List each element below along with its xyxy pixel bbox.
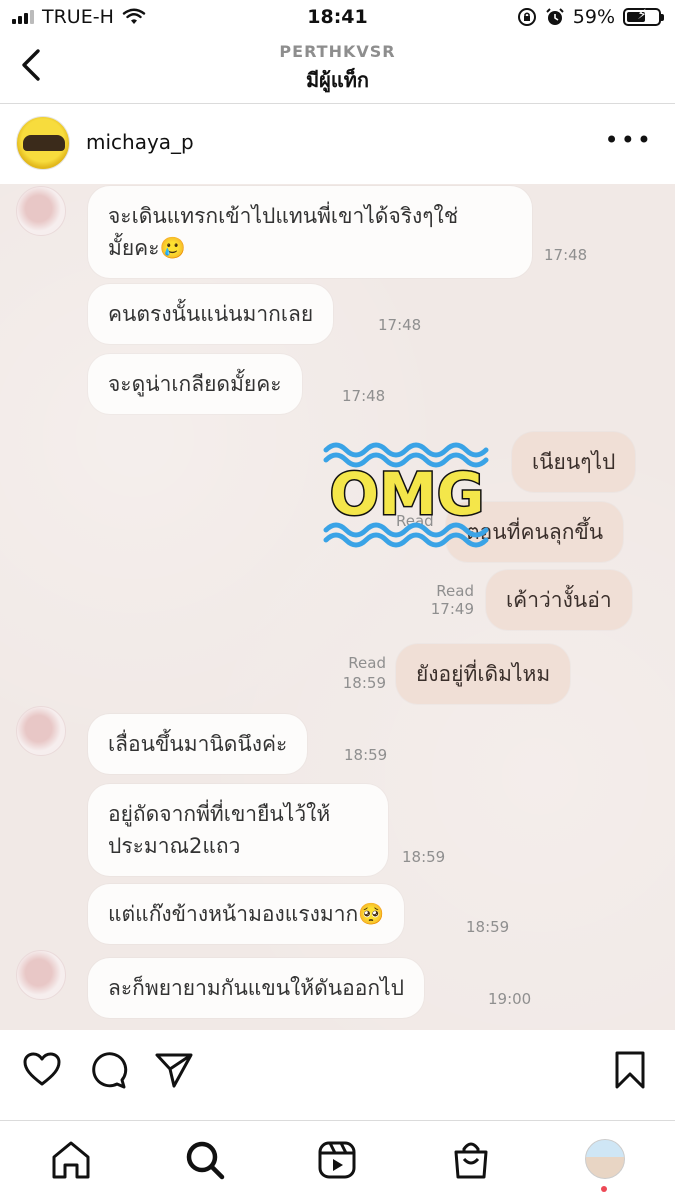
chat-time: 18:59 (344, 746, 388, 764)
charging-bolt-icon: ⚡ (637, 7, 647, 23)
chat-avatar (16, 706, 66, 756)
page-title: มีผู้แท็ก (305, 68, 370, 92)
tab-search[interactable] (184, 1139, 226, 1181)
battery-icon: ⚡ (623, 7, 664, 26)
comment-button[interactable] (88, 1050, 128, 1090)
chat-time: 17:49 (430, 600, 474, 618)
chat-bubble-text: จะดูน่าเกลียดมั้ยคะ (108, 372, 282, 396)
omg-sticker-text: OMG (330, 460, 485, 528)
chat-avatar (16, 950, 66, 1000)
send-icon (155, 1053, 193, 1088)
heart-icon (23, 1052, 61, 1086)
tab-reels[interactable] (316, 1139, 358, 1181)
home-icon (52, 1141, 90, 1179)
chat-bubble-text: จะเดินแทรกเข้าไปแทนพี่เขาได้จริงๆใช่ (108, 204, 459, 228)
more-options-icon[interactable]: ••• (605, 126, 653, 154)
chat-bubble-text: อยู่ถัดจากพี่ที่เขายืนไว้ให้ (108, 802, 331, 826)
chat-time: 18:59 (342, 674, 386, 692)
status-right: 59% ⚡ (517, 6, 664, 28)
shop-icon (454, 1142, 488, 1179)
reels-icon (318, 1141, 356, 1179)
chat-bubble-me: ยังอยู่ที่เดิมไหม (396, 644, 571, 704)
chat-bubble-text: มั้ยคะ🥲 (108, 236, 186, 260)
post-actions (0, 1030, 675, 1108)
omg-sticker: OMG (322, 438, 492, 548)
bookmark-icon (615, 1051, 645, 1089)
search-icon (186, 1141, 225, 1180)
header-owner: PERTHKVSR (279, 42, 396, 61)
chat-bubble: อยู่ถัดจากพี่ที่เขายืนไว้ให้ ประมาณ2แถว (88, 784, 388, 876)
tab-shop[interactable] (450, 1139, 492, 1181)
like-button[interactable] (22, 1050, 62, 1090)
chat-read: Read (348, 654, 386, 672)
chat-bubble: ละก็พยายามกันแขนให้ดันออกไป (88, 958, 424, 1018)
status-bar: TRUE-H 18:41 59% ⚡ (0, 0, 675, 36)
save-button[interactable] (610, 1050, 650, 1090)
chat-bubble-me: เค้าว่างั้นอ่า (486, 570, 632, 630)
chat-bubble: จะดูน่าเกลียดมั้ยคะ (88, 354, 302, 414)
chat-bubble: คนตรงนั้นแน่นมากเลย (88, 284, 334, 344)
tab-profile[interactable] (585, 1139, 625, 1179)
chat-bubble-text: แต่แก๊งข้างหน้ามองแรงมาก🥺 (108, 902, 385, 926)
chat-time: 17:48 (378, 316, 422, 334)
chat-time: 17:48 (342, 387, 386, 405)
chat-bubble: แต่แก๊งข้างหน้ามองแรงมาก🥺 (88, 884, 405, 944)
chat-avatar (16, 186, 66, 236)
chat-bubble-text: ละก็พยายามกันแขนให้ดันออกไป (108, 976, 404, 1000)
omg-sticker-graphic: OMG (323, 442, 489, 548)
chat-time: 17:48 (544, 246, 588, 264)
chat-bubble-text: คนตรงนั้นแน่นมากเลย (108, 302, 314, 326)
notification-dot (601, 1186, 607, 1192)
chat-time: 18:59 (402, 848, 446, 866)
post-username[interactable]: michaya_p (86, 130, 194, 154)
chat-bubble-text: เค้าว่างั้นอ่า (506, 588, 612, 612)
bottom-tab-bar (0, 1120, 675, 1200)
chat-bubble: จะเดินแทรกเข้าไปแทนพี่เขาได้จริงๆใช่ มั้… (88, 186, 532, 278)
chat-bubble-me: เนียนๆไป (512, 432, 636, 492)
chat-bubble-text: เนียนๆไป (532, 450, 616, 474)
chat-bubble-text: เลื่อนขึ้นมานิดนึงค่ะ (108, 732, 288, 756)
chat-bubble: เลื่อนขึ้นมานิดนึงค่ะ (88, 714, 308, 774)
alarm-icon (546, 8, 564, 25)
chat-read: Read (436, 582, 474, 600)
chat-bubble-text: ประมาณ2แถว (108, 834, 241, 858)
battery-percent: 59% (572, 6, 615, 28)
post-image[interactable]: จะเดินแทรกเข้าไปแทนพี่เขาได้จริงๆใช่ มั้… (0, 184, 675, 1030)
orientation-lock-icon (517, 8, 536, 26)
chat-bubble-text: ยังอยู่ที่เดิมไหม (416, 662, 551, 686)
comment-icon (92, 1052, 128, 1089)
tab-home[interactable] (50, 1139, 92, 1181)
chat-time: 18:59 (466, 918, 510, 936)
share-button[interactable] (154, 1050, 194, 1090)
chat-time: 19:00 (488, 990, 532, 1008)
post-header: michaya_p ••• (0, 104, 675, 184)
page-header: PERTHKVSR มีผู้แท็ก (0, 36, 675, 104)
avatar[interactable] (16, 116, 70, 170)
